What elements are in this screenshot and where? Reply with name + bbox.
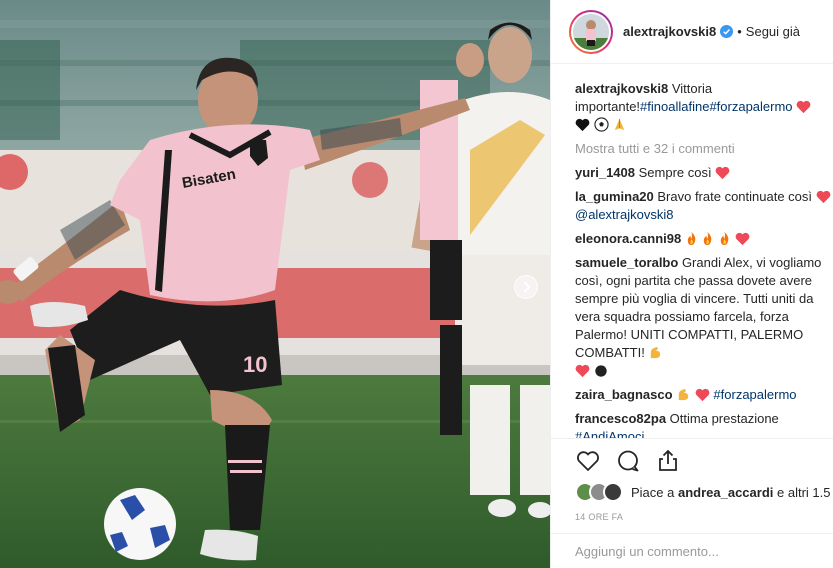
- flexed-biceps-icon: [678, 388, 689, 401]
- comment: samuele_toralbo Grandi Alex, vi vogliamo…: [575, 254, 833, 380]
- post-sidebar: alextrajkovski8 • Segui già alextrajkovs…: [550, 0, 833, 568]
- hashtag[interactable]: #AndiAmoci: [575, 429, 644, 438]
- comment-text: Bravo frate continuate così: [653, 189, 813, 204]
- hashtag[interactable]: #forzapalermo: [709, 99, 792, 114]
- comment-username[interactable]: la_gumina20: [575, 189, 654, 204]
- post-actions: Piace a andrea_accardi e altri 1.5: [551, 438, 833, 518]
- like-heart-icon[interactable]: [575, 448, 601, 474]
- load-more-comments[interactable]: Mostra tutti e 32 i commenti: [575, 140, 833, 158]
- comment-username[interactable]: samuele_toralbo: [575, 255, 678, 270]
- comment-bubble-icon[interactable]: [615, 448, 641, 474]
- comment-username[interactable]: zaira_bagnasco: [575, 387, 673, 402]
- likes-text[interactable]: Piace a andrea_accardi e altri 1.5: [631, 485, 830, 500]
- mention-link[interactable]: @alextrajkovski8: [575, 207, 673, 222]
- follow-button[interactable]: Segui già: [746, 24, 800, 39]
- verified-badge-icon: [720, 25, 734, 38]
- header-username[interactable]: alextrajkovski8: [623, 24, 716, 39]
- comment-input[interactable]: [575, 544, 815, 559]
- post-image: Bisaten 10: [0, 0, 550, 568]
- comment: yuri_1408 Sempre così: [575, 164, 833, 182]
- comment-username[interactable]: eleonora.canni98: [575, 231, 681, 246]
- comment-username[interactable]: yuri_1408: [575, 165, 635, 180]
- red-heart-icon: [695, 388, 710, 402]
- red-heart-icon: [715, 166, 730, 180]
- hashtag[interactable]: #finoallafine: [640, 99, 709, 114]
- comment-username[interactable]: francesco82pa: [575, 411, 666, 426]
- flexed-biceps-icon: [651, 346, 661, 359]
- black-circle-icon: [594, 365, 607, 377]
- avatar-image: [573, 13, 609, 50]
- header-separator: •: [737, 24, 742, 39]
- comment: francesco82pa Ottima prestazione #AndiAm…: [575, 410, 833, 438]
- red-heart-icon: [796, 100, 811, 114]
- share-icon[interactable]: [655, 448, 681, 474]
- red-heart-icon: [575, 364, 590, 378]
- fire-icon: [704, 232, 712, 245]
- liker-username[interactable]: andrea_accardi: [678, 485, 773, 500]
- comment: zaira_bagnasco #forzapalermo: [575, 386, 833, 404]
- comment: la_gumina20 Bravo frate continuate così …: [575, 188, 833, 224]
- avatar[interactable]: [569, 9, 613, 54]
- shorts-number: 10: [243, 352, 267, 377]
- comment-text: Sempre così: [635, 165, 712, 180]
- post-header: alextrajkovski8 • Segui già: [551, 0, 833, 64]
- soccer-ball-icon: [594, 117, 609, 132]
- post-timestamp: 14 ORE FA: [575, 512, 624, 522]
- comment-text: Ottima prestazione: [666, 411, 779, 426]
- red-heart-icon: [735, 232, 750, 246]
- caption-username[interactable]: alextrajkovski8: [575, 81, 668, 96]
- post-photo[interactable]: Bisaten 10: [0, 0, 550, 568]
- comment: eleonora.canni98: [575, 230, 833, 248]
- post-caption: alextrajkovski8 Vittoria importante!#fin…: [575, 80, 833, 134]
- liker-avatar[interactable]: [603, 482, 623, 502]
- hashtag[interactable]: #forzapalermo: [713, 387, 796, 402]
- fire-icon: [720, 232, 729, 245]
- add-comment-bar: [551, 533, 833, 568]
- comment-text: Grandi Alex, vi vogliamo così, ogni part…: [575, 255, 822, 360]
- carousel-next-button[interactable]: [514, 275, 538, 299]
- red-heart-icon: [816, 190, 831, 204]
- likes-summary: Piace a andrea_accardi e altri 1.5: [575, 482, 830, 502]
- folded-hands-icon: [615, 118, 625, 131]
- comments-list: alextrajkovski8 Vittoria importante!#fin…: [575, 80, 833, 438]
- fire-icon: [687, 232, 696, 245]
- black-heart-icon: [575, 118, 590, 132]
